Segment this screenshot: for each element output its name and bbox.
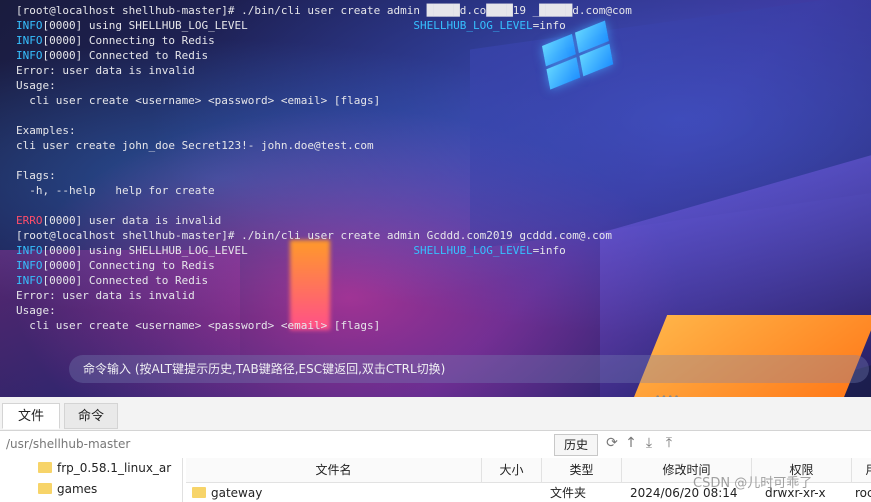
column-header-type[interactable]: 类型: [542, 458, 622, 483]
terminal-line: Flags:: [16, 169, 56, 182]
terminal-line: INFO[0000] Connected to Redis: [16, 274, 209, 287]
terminal-line: Examples:: [16, 124, 76, 137]
watermark: CSDN @儿时可乖了: [693, 476, 813, 491]
path-field[interactable]: /usr/shellhub-master: [6, 437, 130, 451]
terminal-line: INFO[0000] using SHELLHUB_LOG_LEVEL SHEL…: [16, 244, 566, 257]
terminal-line: cli user create john_doe Secret123!- joh…: [16, 139, 374, 152]
tree-item-label: frp_0.58.1_linux_ar: [57, 461, 172, 475]
terminal-line: [root@localhost shellhub-master]# ./bin/…: [16, 229, 613, 242]
tree-item[interactable]: frp_0.58.1_linux_ar: [38, 458, 171, 478]
terminal-line: INFO[0000] Connecting to Redis: [16, 34, 215, 47]
file-owner-cell: roc: [855, 486, 871, 500]
file-type-cell: 文件夹: [550, 486, 587, 500]
tab-commands[interactable]: 命令: [64, 403, 118, 429]
terminal-line: Usage:: [16, 79, 56, 92]
download-icon[interactable]: ⤓: [641, 435, 657, 451]
terminal-output: [root@localhost shellhub-master]# ./bin/…: [16, 3, 632, 333]
terminal-line: Usage:: [16, 304, 56, 317]
column-header-owner[interactable]: 用: [852, 458, 871, 483]
column-header-name[interactable]: 文件名: [186, 458, 482, 483]
terminal-line: INFO[0000] Connecting to Redis: [16, 259, 215, 272]
up-arrow-icon[interactable]: ↑: [623, 435, 639, 451]
folder-icon: [192, 487, 206, 498]
tab-files[interactable]: 文件: [2, 403, 60, 429]
tree-item[interactable]: games: [38, 479, 97, 499]
terminal-line: cli user create <username> <password> <e…: [16, 94, 381, 107]
file-name-cell: gateway: [192, 484, 262, 502]
upload-icon[interactable]: ⤒: [661, 435, 677, 451]
command-input-hint: 命令输入 (按ALT键提示历史,TAB键路径,ESC键返回,双击CTRL切换): [83, 362, 446, 376]
terminal-panel[interactable]: [root@localhost shellhub-master]# ./bin/…: [0, 0, 871, 397]
column-header-size[interactable]: 大小: [482, 458, 542, 483]
refresh-icon[interactable]: ⟳: [604, 435, 620, 451]
terminal-line: cli user create <username> <password> <e…: [16, 319, 381, 332]
folder-icon: [38, 462, 52, 473]
folder-icon: [38, 483, 52, 494]
terminal-line: INFO[0000] Connected to Redis: [16, 49, 209, 62]
terminal-line: Error: user data is invalid: [16, 289, 195, 302]
terminal-line: ERRO[0000] user data is invalid: [16, 214, 222, 227]
directory-tree: frp_0.58.1_linux_ar games: [0, 458, 183, 502]
tab-bar: 文件 命令: [0, 397, 871, 431]
tree-item-label: games: [57, 482, 98, 496]
path-bar: /usr/shellhub-master 历史 ⟳ ↑ ⤓ ⤒: [0, 431, 871, 458]
terminal-line: -h, --help help for create: [16, 184, 215, 197]
file-size-cell: [482, 484, 542, 502]
terminal-line: [root@localhost shellhub-master]# ./bin/…: [16, 4, 632, 17]
terminal-line: INFO[0000] using SHELLHUB_LOG_LEVEL SHEL…: [16, 19, 566, 32]
terminal-line: Error: user data is invalid: [16, 64, 195, 77]
history-button[interactable]: 历史: [554, 434, 598, 456]
command-input[interactable]: 命令输入 (按ALT键提示历史,TAB键路径,ESC键返回,双击CTRL切换): [69, 355, 869, 383]
